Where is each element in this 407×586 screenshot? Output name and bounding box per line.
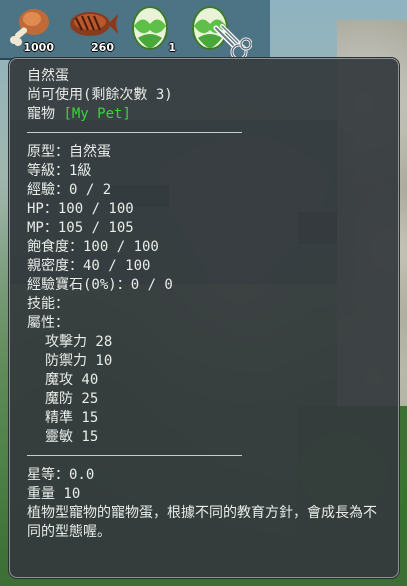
inventory-slot-fish[interactable]: 260 xyxy=(62,2,118,56)
attribute-attack: 攻擊力 28 xyxy=(45,334,113,350)
usage-remaining: 尚可使用(剩餘次數 3) xyxy=(27,87,173,103)
attribute-accuracy: 精準 15 xyxy=(45,410,99,426)
divider xyxy=(27,132,242,133)
level: 等級：1級 xyxy=(27,163,92,179)
attributes-header: 屬性： xyxy=(27,315,69,331)
mp: MP：105 / 105 xyxy=(27,220,134,236)
item-description: 植物型寵物的寵物蛋，根據不同的教育方針，會成長為不同的型態喔。 xyxy=(27,505,377,540)
attribute-agility: 靈敏 15 xyxy=(45,429,99,445)
hp: HP：100 / 100 xyxy=(27,201,134,217)
weight: 重量 10 xyxy=(27,486,81,502)
pet-type-label: 寵物 xyxy=(27,106,55,122)
attribute-magic-defense: 魔防 25 xyxy=(45,391,99,407)
skills: 技能： xyxy=(27,296,69,312)
inventory-slot-drumstick[interactable]: 1000 xyxy=(2,2,58,56)
slot-count: 260 xyxy=(91,41,114,54)
green-egg-icon xyxy=(132,6,168,50)
pet-tag: [My Pet] xyxy=(63,106,131,122)
intimacy: 親密度：40 / 100 xyxy=(27,258,151,274)
attribute-defense: 防禦力 10 xyxy=(45,353,113,369)
item-tooltip: 自然蛋 尚可使用(剩餘次數 3) 寵物 [My Pet] 原型：自然蛋 等級：1… xyxy=(9,58,399,578)
divider xyxy=(27,455,242,456)
satiety: 飽食度：100 / 100 xyxy=(27,239,159,255)
pet-type-row: 寵物 [My Pet] xyxy=(27,105,382,124)
star-rank: 星等：0.0 xyxy=(27,467,95,483)
item-name: 自然蛋 xyxy=(27,68,69,84)
slot-count: 1 xyxy=(168,41,176,54)
prototype: 原型：自然蛋 xyxy=(27,144,111,160)
grilled-fish-icon xyxy=(70,12,118,36)
exp-gem: 經驗寶石(0%)：0 / 0 xyxy=(27,277,173,293)
slot-count: 1000 xyxy=(23,41,54,54)
experience: 經驗：0 / 2 xyxy=(27,182,112,198)
inventory-slot-egg[interactable]: 1 xyxy=(124,2,180,56)
attribute-magic-attack: 魔攻 40 xyxy=(45,372,99,388)
